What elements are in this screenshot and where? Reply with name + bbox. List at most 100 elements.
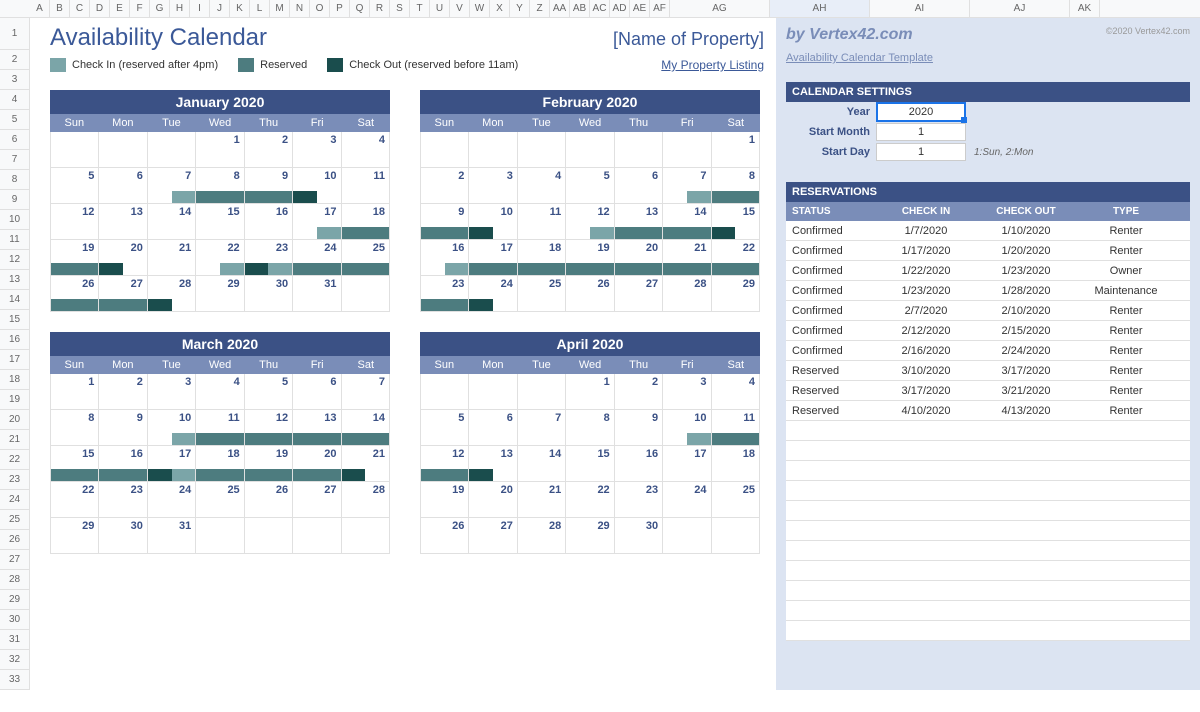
reservation-row[interactable] bbox=[786, 461, 1190, 481]
day-cell[interactable] bbox=[518, 374, 566, 409]
day-cell[interactable]: 7 bbox=[342, 374, 390, 409]
day-cell[interactable] bbox=[420, 374, 469, 409]
day-cell[interactable]: 26 bbox=[566, 276, 614, 311]
day-cell[interactable]: 21 bbox=[518, 482, 566, 517]
day-cell[interactable]: 25 bbox=[342, 240, 390, 275]
day-cell[interactable] bbox=[99, 132, 147, 167]
day-cell[interactable]: 14 bbox=[342, 410, 390, 445]
day-cell[interactable]: 11 bbox=[712, 410, 760, 445]
day-cell[interactable]: 10 bbox=[148, 410, 196, 445]
day-cell[interactable]: 7 bbox=[518, 410, 566, 445]
day-cell[interactable]: 17 bbox=[469, 240, 517, 275]
reservation-row[interactable] bbox=[786, 421, 1190, 441]
day-cell[interactable]: 9 bbox=[420, 204, 469, 239]
reservation-row[interactable] bbox=[786, 501, 1190, 521]
day-cell[interactable]: 29 bbox=[50, 518, 99, 553]
day-cell[interactable]: 28 bbox=[148, 276, 196, 311]
day-cell[interactable]: 25 bbox=[196, 482, 244, 517]
reservation-row[interactable] bbox=[786, 521, 1190, 541]
day-cell[interactable]: 2 bbox=[420, 168, 469, 203]
day-cell[interactable]: 1 bbox=[566, 374, 614, 409]
day-cell[interactable]: 1 bbox=[712, 132, 760, 167]
day-cell[interactable]: 22 bbox=[50, 482, 99, 517]
day-cell[interactable]: 25 bbox=[712, 482, 760, 517]
day-cell[interactable]: 2 bbox=[99, 374, 147, 409]
day-cell[interactable]: 20 bbox=[615, 240, 663, 275]
day-cell[interactable]: 28 bbox=[663, 276, 711, 311]
day-cell[interactable]: 23 bbox=[245, 240, 293, 275]
reservation-row[interactable]: Confirmed1/17/20201/20/2020Renter bbox=[786, 241, 1190, 261]
day-cell[interactable]: 2 bbox=[615, 374, 663, 409]
day-cell[interactable]: 8 bbox=[712, 168, 760, 203]
day-cell[interactable]: 2 bbox=[245, 132, 293, 167]
day-cell[interactable]: 7 bbox=[148, 168, 196, 203]
day-cell[interactable] bbox=[615, 132, 663, 167]
year-input[interactable]: 2020 bbox=[876, 102, 966, 122]
day-cell[interactable]: 12 bbox=[50, 204, 99, 239]
day-cell[interactable]: 11 bbox=[196, 410, 244, 445]
day-cell[interactable]: 6 bbox=[469, 410, 517, 445]
day-cell[interactable]: 31 bbox=[293, 276, 341, 311]
day-cell[interactable]: 17 bbox=[148, 446, 196, 481]
day-cell[interactable]: 25 bbox=[518, 276, 566, 311]
reservation-row[interactable] bbox=[786, 441, 1190, 461]
day-cell[interactable]: 22 bbox=[566, 482, 614, 517]
day-cell[interactable]: 18 bbox=[342, 204, 390, 239]
day-cell[interactable]: 19 bbox=[50, 240, 99, 275]
day-cell[interactable]: 22 bbox=[712, 240, 760, 275]
day-cell[interactable]: 15 bbox=[566, 446, 614, 481]
day-cell[interactable]: 31 bbox=[148, 518, 196, 553]
day-cell[interactable]: 27 bbox=[615, 276, 663, 311]
day-cell[interactable]: 17 bbox=[663, 446, 711, 481]
day-cell[interactable]: 6 bbox=[99, 168, 147, 203]
day-cell[interactable]: 3 bbox=[293, 132, 341, 167]
day-cell[interactable]: 15 bbox=[196, 204, 244, 239]
day-cell[interactable] bbox=[663, 132, 711, 167]
day-cell[interactable]: 29 bbox=[712, 276, 760, 311]
reservation-row[interactable]: Confirmed2/7/20202/10/2020Renter bbox=[786, 301, 1190, 321]
day-cell[interactable]: 10 bbox=[469, 204, 517, 239]
day-cell[interactable]: 18 bbox=[712, 446, 760, 481]
reservation-row[interactable]: Confirmed2/12/20202/15/2020Renter bbox=[786, 321, 1190, 341]
day-cell[interactable]: 11 bbox=[342, 168, 390, 203]
day-cell[interactable]: 23 bbox=[420, 276, 469, 311]
day-cell[interactable]: 24 bbox=[469, 276, 517, 311]
day-cell[interactable]: 21 bbox=[663, 240, 711, 275]
day-cell[interactable]: 27 bbox=[99, 276, 147, 311]
day-cell[interactable]: 16 bbox=[420, 240, 469, 275]
day-cell[interactable]: 26 bbox=[245, 482, 293, 517]
day-cell[interactable] bbox=[342, 276, 390, 311]
day-cell[interactable]: 28 bbox=[342, 482, 390, 517]
day-cell[interactable]: 30 bbox=[245, 276, 293, 311]
day-cell[interactable]: 20 bbox=[469, 482, 517, 517]
day-cell[interactable] bbox=[245, 518, 293, 553]
day-cell[interactable]: 24 bbox=[663, 482, 711, 517]
reservation-row[interactable]: Reserved3/17/20203/21/2020Renter bbox=[786, 381, 1190, 401]
day-cell[interactable]: 24 bbox=[148, 482, 196, 517]
day-cell[interactable]: 28 bbox=[518, 518, 566, 553]
day-cell[interactable]: 24 bbox=[293, 240, 341, 275]
day-cell[interactable]: 18 bbox=[196, 446, 244, 481]
start-month-input[interactable]: 1 bbox=[876, 123, 966, 141]
day-cell[interactable]: 4 bbox=[518, 168, 566, 203]
day-cell[interactable]: 3 bbox=[663, 374, 711, 409]
day-cell[interactable] bbox=[518, 132, 566, 167]
day-cell[interactable]: 29 bbox=[566, 518, 614, 553]
day-cell[interactable]: 15 bbox=[712, 204, 760, 239]
reservation-row[interactable]: Confirmed1/22/20201/23/2020Owner bbox=[786, 261, 1190, 281]
day-cell[interactable]: 16 bbox=[615, 446, 663, 481]
day-cell[interactable] bbox=[50, 132, 99, 167]
day-cell[interactable]: 26 bbox=[50, 276, 99, 311]
day-cell[interactable]: 30 bbox=[615, 518, 663, 553]
day-cell[interactable]: 17 bbox=[293, 204, 341, 239]
day-cell[interactable]: 13 bbox=[99, 204, 147, 239]
day-cell[interactable]: 4 bbox=[196, 374, 244, 409]
property-listing-link[interactable]: My Property Listing bbox=[661, 58, 764, 72]
day-cell[interactable]: 6 bbox=[615, 168, 663, 203]
reservation-row[interactable] bbox=[786, 621, 1190, 641]
day-cell[interactable]: 13 bbox=[615, 204, 663, 239]
day-cell[interactable] bbox=[420, 132, 469, 167]
day-cell[interactable]: 21 bbox=[148, 240, 196, 275]
day-cell[interactable]: 14 bbox=[663, 204, 711, 239]
day-cell[interactable]: 1 bbox=[50, 374, 99, 409]
